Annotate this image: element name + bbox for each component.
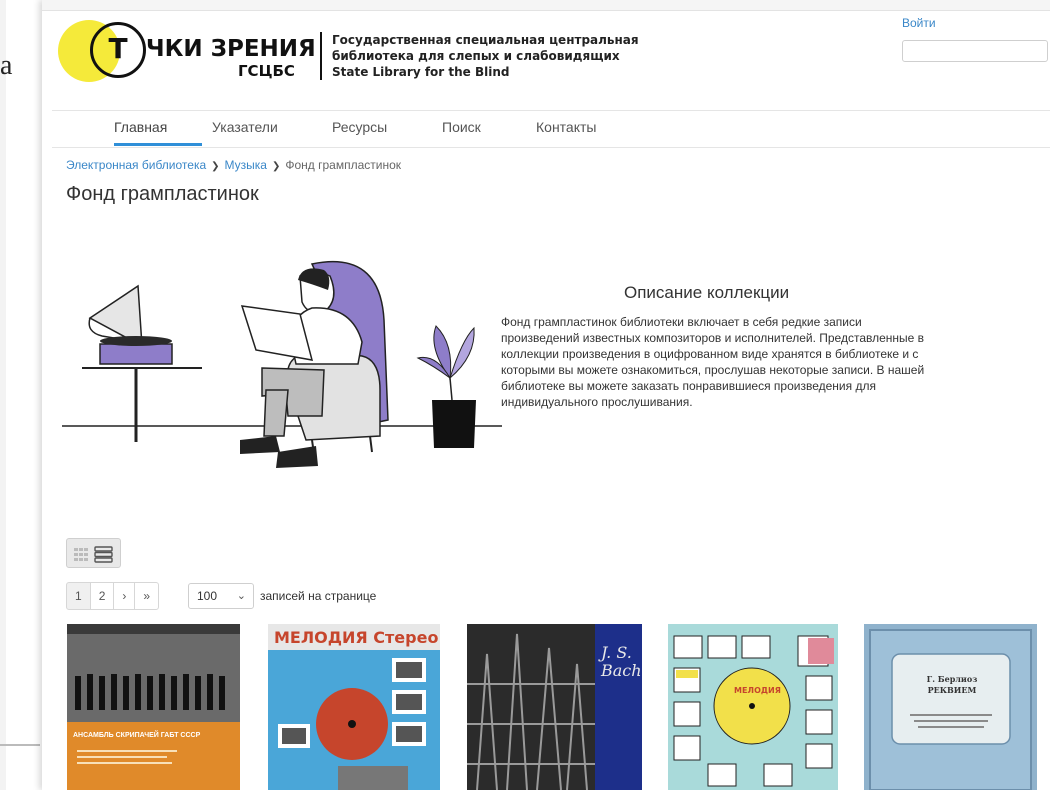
record-cover-3[interactable]: J. S. Bach [467, 624, 642, 790]
breadcrumb: Электронная библиотека ❯ Музыка ❯ Фонд грамп… [66, 158, 401, 172]
pagination: 1 2 › » [66, 582, 160, 610]
nav-search[interactable]: Поиск [442, 119, 481, 135]
page-1-button[interactable]: 1 [66, 582, 91, 610]
small-table [82, 367, 202, 442]
top-bar [42, 0, 1050, 11]
breadcrumb-library[interactable]: Электронная библиотека [66, 158, 206, 172]
site-search-input[interactable] [902, 40, 1048, 62]
window-edge [0, 0, 6, 790]
breadcrumb-current: Фонд грампластинок [285, 158, 402, 172]
logo-sub-text: ГСЦБС [238, 62, 295, 80]
last-page-button[interactable]: » [134, 582, 160, 610]
chevron-down-icon: ⌄ [236, 590, 246, 602]
chevron-right-icon: ❯ [211, 161, 220, 172]
record-cover-1[interactable]: АНСАМБЛЬ СКРИПАЧЕЙ ГАБТ СССР [67, 624, 240, 790]
record-cover-2[interactable]: МЕЛОДИЯ Стерео [268, 624, 440, 790]
nav-active-indicator [114, 143, 202, 146]
main-nav: Главная Указатели Ресурсы Поиск Контакты [52, 110, 1050, 148]
library-name: Государственная специальная центральная … [332, 32, 639, 80]
record-cover-4[interactable]: МЕЛОДИЯ [668, 624, 838, 790]
library-name-line1: Государственная специальная центральная [332, 33, 639, 47]
record-cover-4-title: МЕЛОДИЯ [734, 686, 781, 695]
library-name-line3: State Library for the Blind [332, 65, 510, 79]
web-page: Т ЧКИ ЗРЕНИЯ ГСЦБС Государственная специ… [42, 0, 1050, 790]
page-title: Фонд грампластинок [66, 183, 259, 205]
next-page-button[interactable]: › [113, 582, 136, 610]
logo-main-text: ЧКИ ЗРЕНИЯ [146, 36, 316, 62]
listener-illustration [62, 260, 502, 468]
record-cover-5[interactable]: Г. Берлиоз РЕКВИЕМ [864, 624, 1037, 790]
logo-mark: Т [90, 22, 146, 78]
logo-divider [320, 32, 322, 80]
per-page-label: записей на странице [260, 589, 377, 603]
grid-view-icon [74, 548, 88, 561]
nav-indexes[interactable]: Указатели [212, 119, 278, 135]
login-link[interactable]: Войти [902, 16, 936, 30]
per-page-select[interactable]: 100 ⌄ [188, 583, 254, 609]
nav-home[interactable]: Главная [114, 119, 167, 135]
record-cover-2-title: МЕЛОДИЯ Стерео [274, 628, 439, 647]
nav-resources[interactable]: Ресурсы [332, 119, 387, 135]
view-toggle[interactable] [66, 538, 121, 568]
chevron-right-icon: ❯ [271, 161, 281, 172]
breadcrumb-music[interactable]: Музыка [225, 158, 267, 172]
nav-contacts[interactable]: Контакты [536, 119, 596, 135]
per-page-value: 100 [197, 589, 218, 603]
record-cover-5-title: Г. Берлиоз РЕКВИЕМ [926, 674, 978, 695]
record-cover-3-title: J. S. Bach [601, 643, 642, 680]
collection-description-text: Фонд грампластинок библиотеки включает в… [501, 315, 925, 409]
potted-plant [416, 325, 476, 448]
list-view-icon [94, 546, 113, 563]
collection-description-title: Описание коллекции [624, 283, 790, 302]
window-edge-line [0, 744, 40, 746]
page-2-button[interactable]: 2 [89, 582, 115, 610]
gramophone-icon [88, 284, 173, 365]
record-cover-1-title: АНСАМБЛЬ СКРИПАЧЕЙ ГАБТ СССР [73, 732, 201, 739]
library-name-line2: библиотека для слепых и слабовидящих [332, 49, 620, 63]
background-letter: a [0, 50, 13, 81]
logo-ring: Т [90, 22, 146, 78]
